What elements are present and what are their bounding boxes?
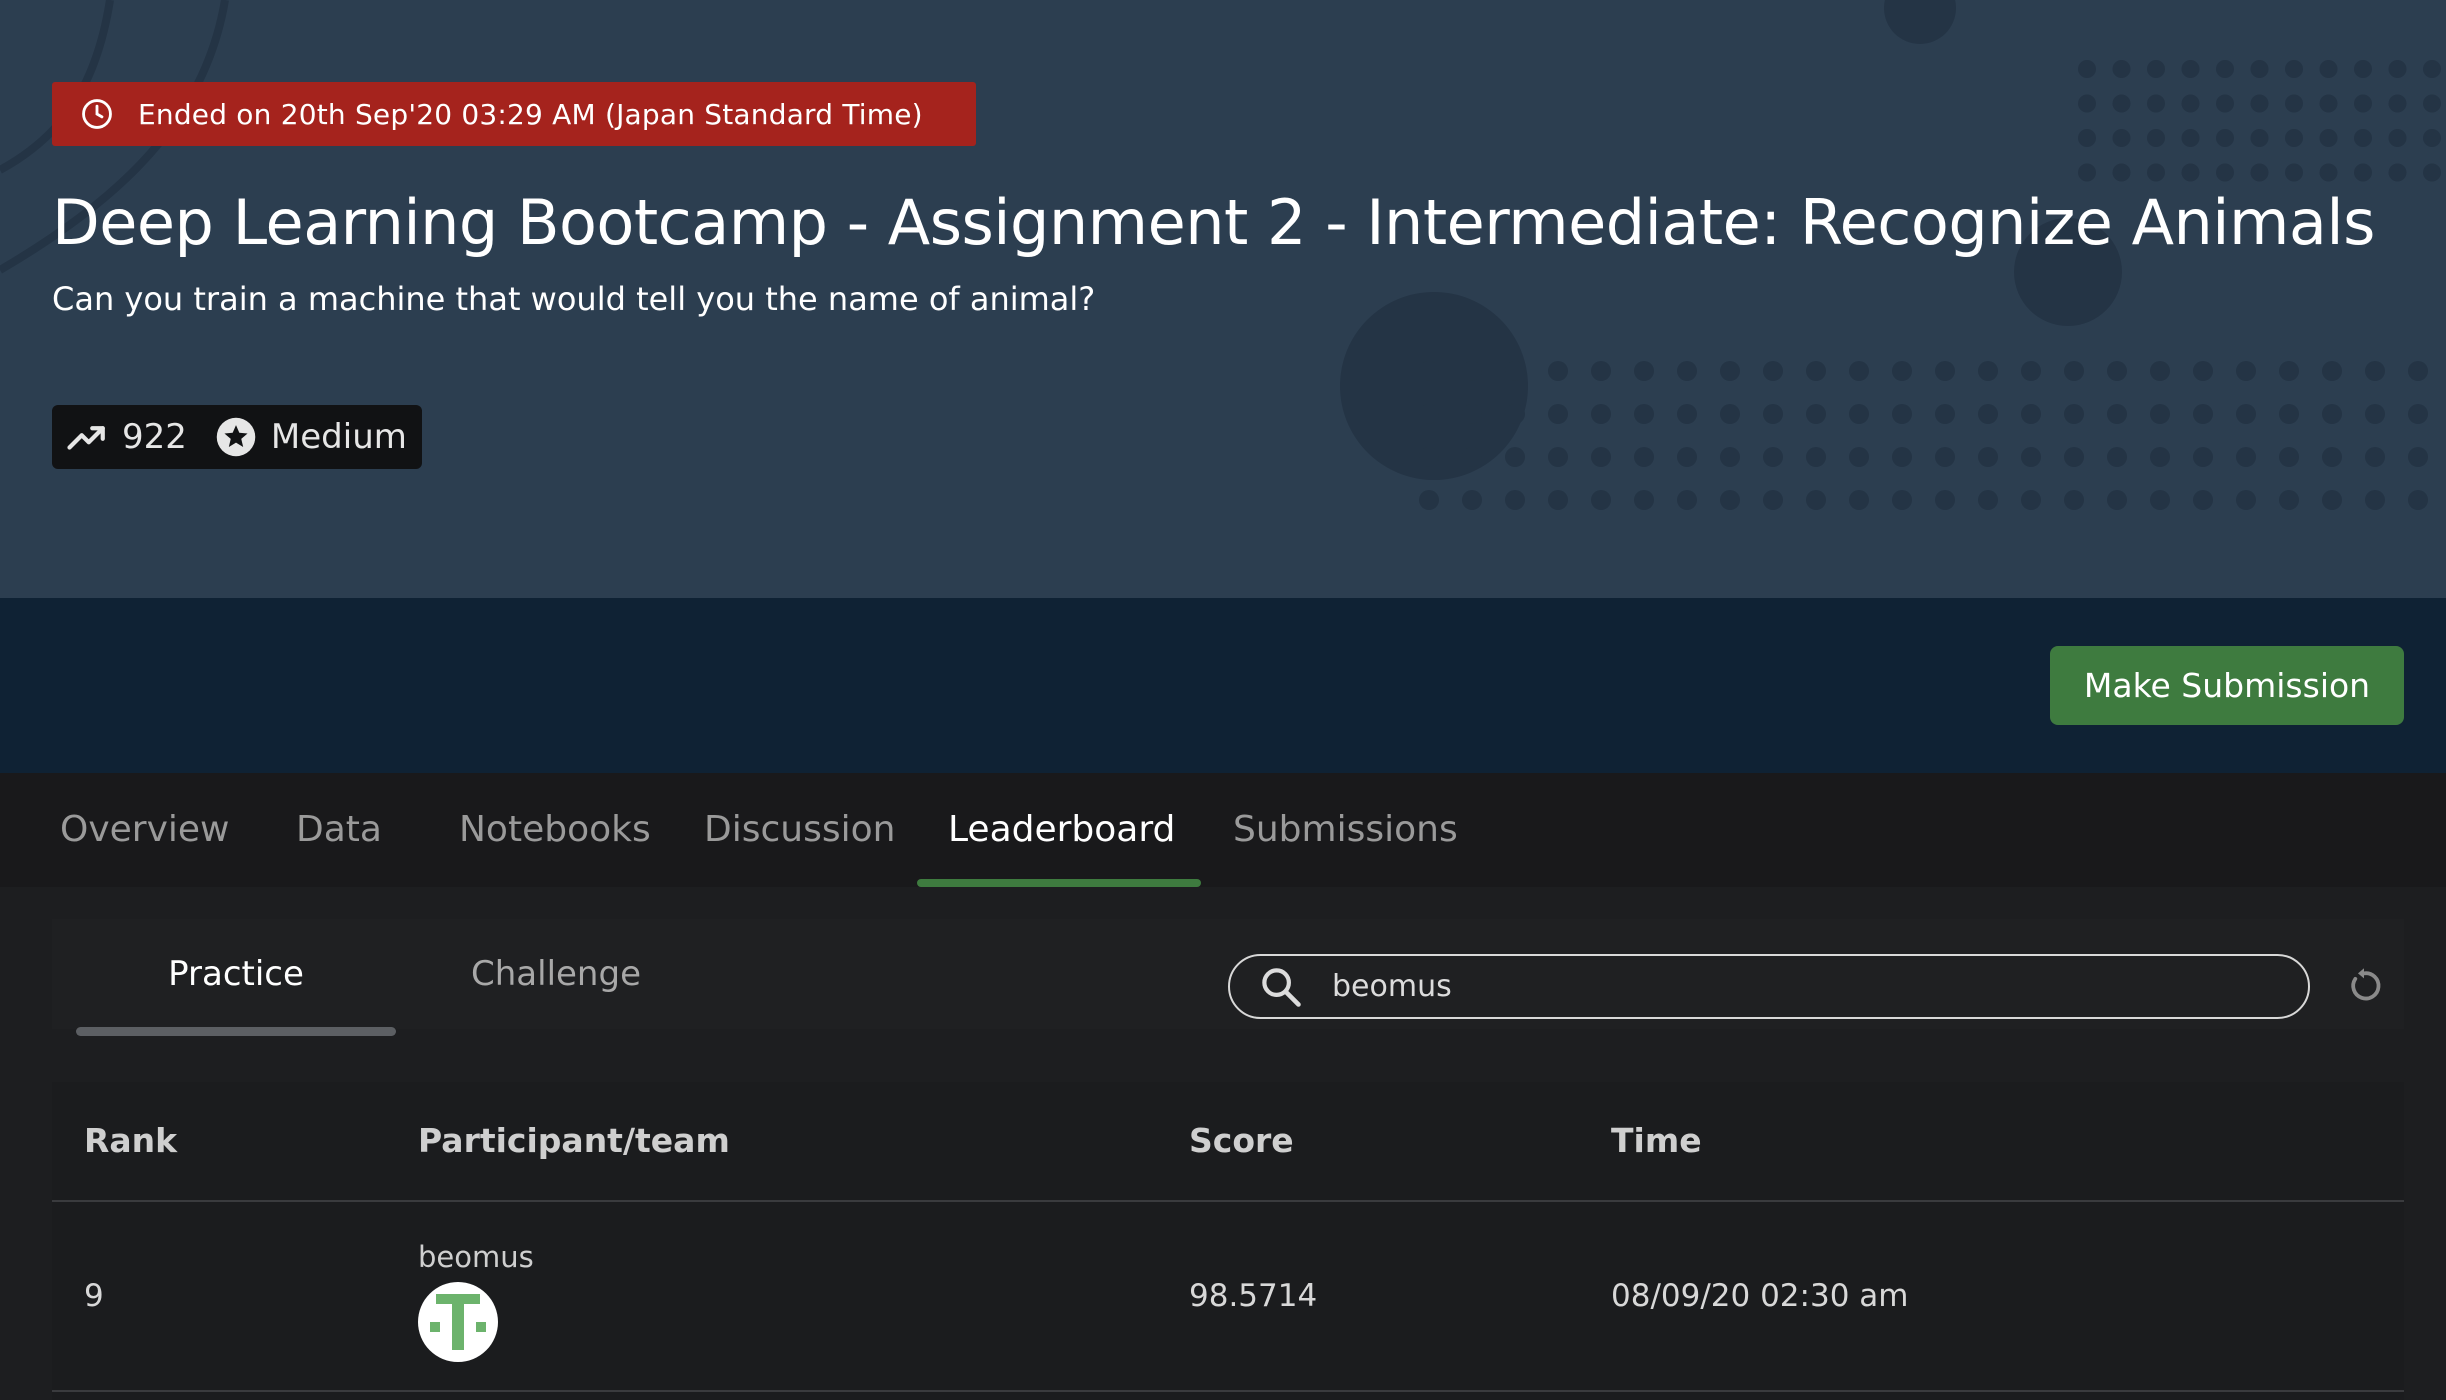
star-badge-icon: [216, 417, 256, 457]
tab-leaderboard[interactable]: Leaderboard: [948, 773, 1175, 887]
row-score: 98.5714: [1189, 1278, 1318, 1314]
trending-up-icon: [67, 426, 105, 450]
column-header-rank[interactable]: Rank: [84, 1082, 177, 1200]
ended-text: Ended on 20th Sep'20 03:29 AM (Japan Sta…: [138, 97, 923, 131]
column-header-time[interactable]: Time: [1611, 1082, 1702, 1200]
row-time: 08/09/20 02:30 am: [1611, 1278, 1909, 1314]
subtab-practice[interactable]: Practice: [76, 919, 396, 1029]
clock-icon: [82, 99, 112, 129]
row-rank: 9: [84, 1278, 104, 1314]
stats-difficulty: Medium: [270, 417, 407, 457]
ended-banner: Ended on 20th Sep'20 03:29 AM (Japan Sta…: [52, 82, 976, 146]
search-icon: [1262, 967, 1301, 1007]
leaderboard-search[interactable]: [1228, 954, 2310, 1019]
active-subtab-indicator: [76, 1027, 396, 1036]
search-input[interactable]: [1332, 969, 2232, 1004]
action-bar: Make Submission: [0, 598, 2446, 773]
challenge-tabs: Overview Data Notebooks Discussion Leade…: [0, 773, 2446, 887]
page-subtitle: Can you train a machine that would tell …: [52, 280, 1096, 318]
stats-count: 922: [122, 417, 187, 457]
challenge-stats: 922 Medium: [52, 405, 422, 469]
leaderboard-table: Rank Participant/team Score Time 9 beomu…: [52, 1082, 2404, 1400]
avatar[interactable]: [418, 1282, 498, 1362]
row-divider: [52, 1390, 2404, 1392]
page-title: Deep Learning Bootcamp - Assignment 2 - …: [52, 186, 2375, 259]
header-divider: [52, 1200, 2404, 1202]
tab-notebooks[interactable]: Notebooks: [459, 773, 651, 887]
avatar-identicon: [430, 1294, 486, 1350]
leaderboard-panel: Practice Challenge Rank Participant/team…: [0, 887, 2446, 1400]
refresh-icon: [2351, 968, 2381, 1001]
tab-discussion[interactable]: Discussion: [704, 773, 895, 887]
tab-data[interactable]: Data: [296, 773, 382, 887]
subtab-challenge[interactable]: Challenge: [396, 919, 716, 1029]
column-header-participant[interactable]: Participant/team: [418, 1082, 730, 1200]
active-tab-indicator: [917, 879, 1201, 887]
tab-overview[interactable]: Overview: [60, 773, 230, 887]
column-header-score[interactable]: Score: [1189, 1082, 1294, 1200]
row-participant-name[interactable]: beomus: [418, 1240, 534, 1274]
challenge-hero: Ended on 20th Sep'20 03:29 AM (Japan Sta…: [0, 0, 2446, 598]
refresh-button[interactable]: [2344, 961, 2384, 1011]
tab-submissions[interactable]: Submissions: [1233, 773, 1458, 887]
make-submission-button[interactable]: Make Submission: [2050, 646, 2404, 725]
